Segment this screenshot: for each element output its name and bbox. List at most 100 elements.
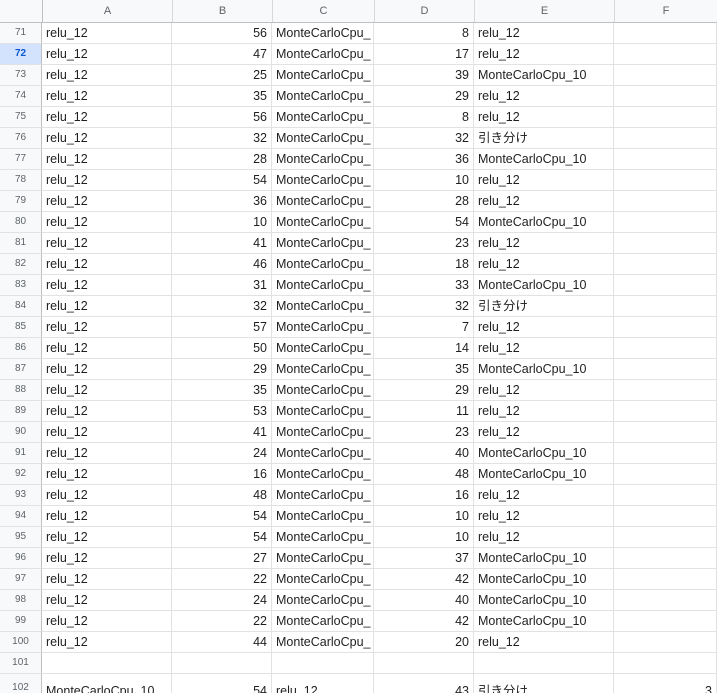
cell-d[interactable]: 17 — [374, 44, 474, 65]
cell-d[interactable]: 8 — [374, 23, 474, 44]
cell-b[interactable]: 35 — [172, 380, 272, 401]
cell-b[interactable]: 25 — [172, 65, 272, 86]
cell-d[interactable]: 29 — [374, 380, 474, 401]
cell-c[interactable]: MonteCarloCpu_ — [272, 275, 374, 296]
row-number[interactable]: 87 — [0, 359, 42, 380]
cell-c[interactable]: MonteCarloCpu_ — [272, 569, 374, 590]
cell-b[interactable]: 28 — [172, 149, 272, 170]
cell-a[interactable]: relu_12 — [42, 590, 172, 611]
cell-f[interactable] — [614, 149, 717, 170]
cell-b[interactable]: 41 — [172, 422, 272, 443]
row-number[interactable]: 100 — [0, 632, 42, 653]
cell-e[interactable]: 引き分け — [474, 128, 614, 149]
cell-d[interactable]: 35 — [374, 359, 474, 380]
cell-a[interactable]: relu_12 — [42, 296, 172, 317]
row-number[interactable]: 71 — [0, 23, 42, 44]
cell-a[interactable]: relu_12 — [42, 485, 172, 506]
cell-d[interactable]: 33 — [374, 275, 474, 296]
cell-e[interactable]: relu_12 — [474, 485, 614, 506]
cell-c[interactable]: MonteCarloCpu_ — [272, 191, 374, 212]
cell-c[interactable]: MonteCarloCpu_ — [272, 296, 374, 317]
cell-e[interactable]: relu_12 — [474, 338, 614, 359]
cell-e[interactable]: MonteCarloCpu_10 — [474, 212, 614, 233]
cell-b[interactable]: 24 — [172, 590, 272, 611]
cell-f[interactable] — [614, 23, 717, 44]
cell-b[interactable]: 47 — [172, 44, 272, 65]
cell-d[interactable]: 40 — [374, 443, 474, 464]
cell-b[interactable]: 56 — [172, 107, 272, 128]
cell-e[interactable]: relu_12 — [474, 632, 614, 653]
row-number[interactable]: 90 — [0, 422, 42, 443]
select-all-corner[interactable] — [0, 0, 43, 22]
cell-f[interactable] — [614, 44, 717, 65]
cell-d[interactable]: 20 — [374, 632, 474, 653]
cell-a[interactable]: relu_12 — [42, 569, 172, 590]
cell-f[interactable] — [614, 359, 717, 380]
cell-e[interactable]: relu_12 — [474, 317, 614, 338]
cell-f[interactable] — [614, 653, 717, 674]
cell-f[interactable] — [614, 548, 717, 569]
row-number[interactable]: 73 — [0, 65, 42, 86]
cell-a[interactable]: relu_12 — [42, 632, 172, 653]
cell-e[interactable]: relu_12 — [474, 380, 614, 401]
cell-d[interactable]: 10 — [374, 506, 474, 527]
cell-e[interactable]: MonteCarloCpu_10 — [474, 590, 614, 611]
cell-a[interactable]: relu_12 — [42, 44, 172, 65]
cell-d[interactable] — [374, 653, 474, 674]
cell-a[interactable]: relu_12 — [42, 422, 172, 443]
cell-a[interactable]: relu_12 — [42, 254, 172, 275]
cell-d[interactable]: 39 — [374, 65, 474, 86]
cell-b[interactable]: 50 — [172, 338, 272, 359]
cell-c[interactable]: MonteCarloCpu_ — [272, 107, 374, 128]
cell-f[interactable] — [614, 611, 717, 632]
cell-a[interactable]: relu_12 — [42, 128, 172, 149]
cell-d[interactable]: 42 — [374, 569, 474, 590]
cell-e[interactable]: relu_12 — [474, 527, 614, 548]
cell-f[interactable] — [614, 485, 717, 506]
cell-d[interactable]: 23 — [374, 233, 474, 254]
row-number[interactable]: 81 — [0, 233, 42, 254]
cell-d[interactable]: 32 — [374, 128, 474, 149]
row-number[interactable]: 94 — [0, 506, 42, 527]
cell-d[interactable]: 48 — [374, 464, 474, 485]
row-number[interactable]: 92 — [0, 464, 42, 485]
cell-d[interactable]: 16 — [374, 485, 474, 506]
cell-b[interactable]: 29 — [172, 359, 272, 380]
row-number[interactable]: 86 — [0, 338, 42, 359]
cell-f[interactable] — [614, 128, 717, 149]
cell-b[interactable] — [172, 653, 272, 674]
cell-a[interactable]: relu_12 — [42, 380, 172, 401]
cell-d[interactable]: 37 — [374, 548, 474, 569]
cell-c[interactable]: MonteCarloCpu_ — [272, 254, 374, 275]
cell-c[interactable]: MonteCarloCpu_ — [272, 443, 374, 464]
cell-c[interactable]: MonteCarloCpu_ — [272, 590, 374, 611]
cell-c[interactable]: MonteCarloCpu_ — [272, 338, 374, 359]
cell-f[interactable] — [614, 527, 717, 548]
cell-e[interactable]: MonteCarloCpu_10 — [474, 275, 614, 296]
column-header-a[interactable]: A — [43, 0, 173, 22]
cell-f[interactable] — [614, 107, 717, 128]
cell-a[interactable]: relu_12 — [42, 65, 172, 86]
cell-a[interactable]: relu_12 — [42, 338, 172, 359]
cell-b[interactable]: 22 — [172, 611, 272, 632]
cell-c[interactable]: MonteCarloCpu_ — [272, 506, 374, 527]
cell-b[interactable]: 22 — [172, 569, 272, 590]
cell-e[interactable]: MonteCarloCpu_10 — [474, 443, 614, 464]
row-number[interactable]: 101 — [0, 653, 42, 674]
cell-c[interactable]: MonteCarloCpu_ — [272, 212, 374, 233]
row-number[interactable]: 78 — [0, 170, 42, 191]
row-number[interactable]: 102 — [0, 674, 42, 693]
row-number[interactable]: 74 — [0, 86, 42, 107]
cell-f[interactable] — [614, 422, 717, 443]
cell-e[interactable]: relu_12 — [474, 23, 614, 44]
row-number[interactable]: 82 — [0, 254, 42, 275]
cell-e[interactable]: relu_12 — [474, 401, 614, 422]
cell-a[interactable]: relu_12 — [42, 359, 172, 380]
cell-f[interactable] — [614, 443, 717, 464]
cell-c[interactable]: MonteCarloCpu_ — [272, 86, 374, 107]
row-number[interactable]: 75 — [0, 107, 42, 128]
cell-b[interactable]: 48 — [172, 485, 272, 506]
cell-f[interactable] — [614, 590, 717, 611]
cell-d[interactable]: 8 — [374, 107, 474, 128]
cell-c[interactable] — [272, 653, 374, 674]
